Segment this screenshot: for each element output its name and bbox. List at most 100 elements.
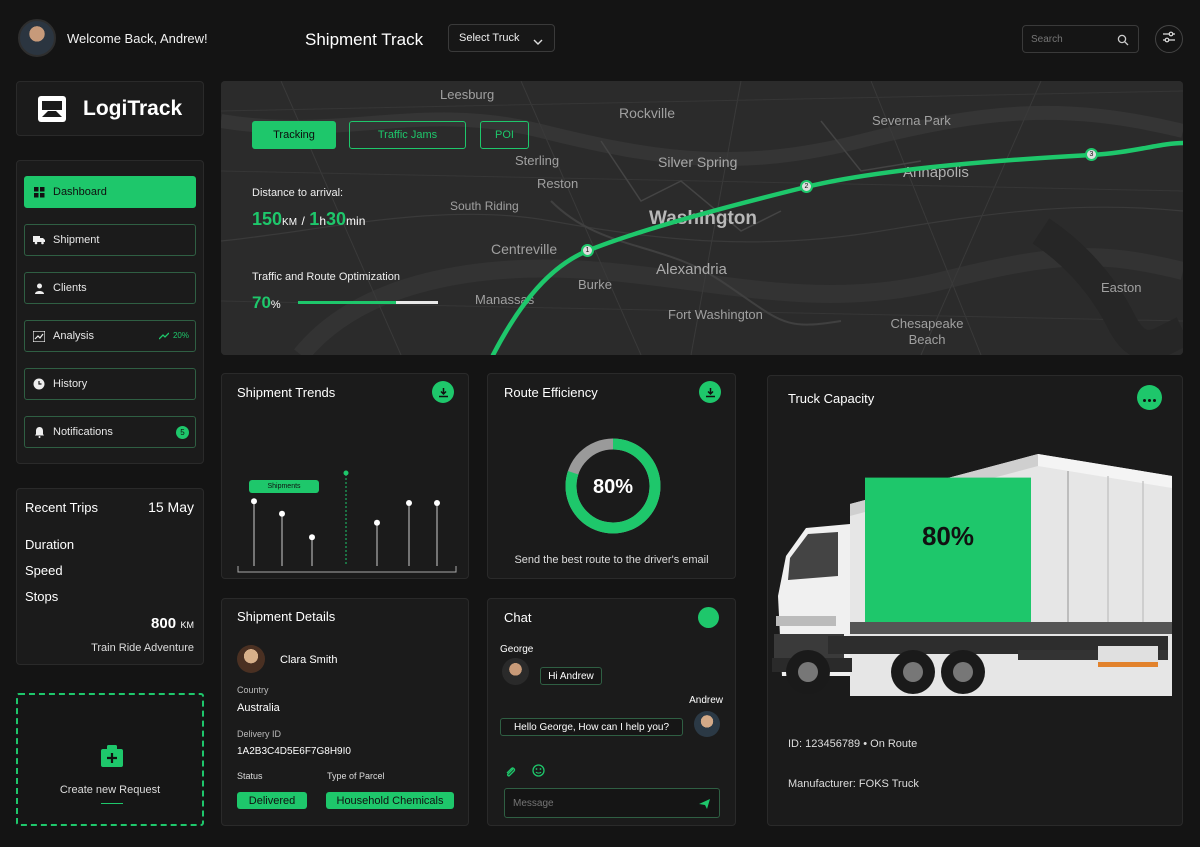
delivery-id-label: Delivery ID: [237, 729, 282, 739]
chart-point[interactable]: [309, 534, 315, 541]
optimization-progress-fill: [298, 301, 396, 304]
analysis-badge: 20%: [172, 331, 189, 340]
route-point-1[interactable]: 1: [581, 244, 594, 257]
shipment-details-title: Shipment Details: [237, 609, 336, 624]
recent-trips-date: 15 May: [148, 499, 194, 515]
trend-up-icon: [158, 331, 170, 343]
recent-trips-title: Recent Trips: [25, 500, 98, 515]
route-map[interactable]: Leesburg Rockville Severna Park Sterling…: [221, 81, 1183, 355]
brand-name: LogiTrack: [83, 97, 183, 120]
route-point-3[interactable]: 3: [1085, 148, 1098, 161]
distance-label: Distance to arrival:: [252, 187, 344, 199]
sidebar-item-clients[interactable]: Clients: [24, 272, 196, 304]
route-efficiency-card: Route Efficiency 80% Send the best route…: [487, 373, 736, 579]
sender-name-left: George: [500, 644, 534, 655]
create-request-label: Create new Request: [59, 784, 161, 796]
parcel-type-label: Type of Parcel: [327, 771, 385, 781]
truck-capacity-card: Truck Capacity 80% ID: 123456789 • On Ro…: [767, 375, 1183, 826]
sidebar-item-label: History: [53, 378, 88, 390]
optimization-unit: %: [270, 299, 281, 311]
delivery-id-value: 1A2B3C4D5E6F7G8H9I0: [237, 746, 351, 757]
distance-km-unit: KM: [282, 217, 298, 228]
trip-distance-unit: KM: [180, 620, 195, 630]
trip-name: Train Ride Adventure: [91, 642, 194, 654]
download-icon[interactable]: [699, 381, 721, 403]
send-icon[interactable]: [698, 797, 711, 815]
optimization-label: Traffic and Route Optimization: [252, 271, 400, 283]
clock-icon: [33, 378, 45, 390]
chart-point[interactable]: [406, 500, 412, 506]
eta-minutes-unit: min: [346, 214, 366, 228]
chevron-down-icon: [533, 33, 543, 51]
chat-bubble-left: Hi Andrew: [540, 667, 602, 685]
shipment-trends-chart: [237, 470, 457, 573]
truck-id-line: ID: 123456789 • On Route: [788, 738, 918, 750]
more-options-button[interactable]: [1137, 385, 1162, 410]
user-avatar[interactable]: [18, 19, 56, 57]
add-box-icon: [100, 745, 124, 774]
sidebar-item-history[interactable]: History: [24, 368, 196, 400]
tab-tracking[interactable]: Tracking: [252, 121, 336, 149]
sidebar-item-label: Clients: [53, 282, 87, 294]
tab-poi[interactable]: POI: [480, 121, 529, 149]
sidebar-item-label: Dashboard: [53, 186, 107, 198]
optimization-value: 70: [252, 293, 271, 312]
sender-avatar-left[interactable]: [502, 658, 529, 685]
select-truck-dropdown[interactable]: Select Truck: [448, 24, 555, 52]
chart-point[interactable]: [374, 519, 380, 526]
eta-minutes-value: 30: [326, 209, 347, 229]
trip-row-speed: Speed: [25, 563, 63, 578]
sliders-icon: [1162, 30, 1176, 48]
chart-point[interactable]: [251, 498, 257, 505]
attach-icon[interactable]: [504, 765, 516, 783]
message-input-wrapper[interactable]: [504, 788, 720, 818]
welcome-text: Welcome Back, Andrew!: [67, 31, 208, 46]
status-badge: Delivered: [237, 792, 307, 809]
trip-distance-value: 800: [151, 615, 177, 632]
route-point-number: 2: [804, 183, 809, 190]
sender-avatar-right[interactable]: [694, 711, 720, 737]
country-label: Country: [237, 685, 269, 695]
sidebar-item-analysis[interactable]: Analysis 20%: [24, 320, 196, 352]
distance-separator: /: [301, 214, 305, 228]
grid-icon: [33, 186, 45, 198]
chart-point[interactable]: [434, 500, 440, 506]
route-point-2[interactable]: 2: [800, 180, 813, 193]
sender-name-right: Andrew: [689, 695, 723, 706]
truck-capacity-title: Truck Capacity: [788, 391, 875, 406]
distance-km-value: 150: [252, 209, 283, 229]
shipment-trends-card: Shipment Trends Shipments: [221, 373, 469, 579]
capacity-value: 80%: [921, 521, 975, 551]
search-input[interactable]: [1031, 31, 1111, 47]
sidebar-item-notifications[interactable]: Notifications 5: [24, 416, 196, 448]
shipment-details-card: Shipment Details Clara Smith Country Aus…: [221, 598, 469, 826]
emoji-icon[interactable]: [532, 764, 545, 782]
client-avatar[interactable]: [237, 645, 265, 673]
route-point-number: 3: [1089, 151, 1094, 158]
create-request-button[interactable]: Create new Request: [16, 693, 204, 826]
chat-bubble-right: Hello George, How can I help you?: [500, 718, 683, 736]
sidebar-item-label: Notifications: [53, 426, 113, 438]
truck-manufacturer-line: Manufacturer: FOKS Truck: [788, 778, 919, 790]
search-icon[interactable]: [1117, 33, 1129, 51]
parcel-type-badge: Household Chemicals: [326, 792, 454, 809]
message-input[interactable]: [513, 796, 683, 811]
chart-hover-dot: [343, 470, 349, 476]
recent-trips-card: Recent Trips 15 May Duration Speed Stops…: [16, 488, 204, 665]
tab-traffic-jams[interactable]: Traffic Jams: [349, 121, 466, 149]
optimization-progress-bar: [298, 301, 438, 304]
search-box[interactable]: [1022, 25, 1139, 53]
filter-settings-button[interactable]: [1155, 25, 1183, 53]
chart-point[interactable]: [279, 510, 285, 517]
chart-icon: [33, 330, 45, 342]
efficiency-value: 80%: [592, 476, 634, 498]
chat-status-indicator: [698, 607, 719, 628]
efficiency-caption[interactable]: Send the best route to the driver's emai…: [488, 554, 735, 566]
brand-card: LogiTrack: [16, 81, 204, 136]
notification-count-badge: 5: [176, 426, 189, 439]
sidebar-item-dashboard[interactable]: Dashboard: [24, 176, 196, 208]
sidebar-item-label: Analysis: [53, 330, 94, 342]
route-point-number: 1: [585, 247, 590, 254]
sidebar-item-shipment[interactable]: Shipment: [24, 224, 196, 256]
optimization-readout: 70%: [252, 293, 281, 313]
